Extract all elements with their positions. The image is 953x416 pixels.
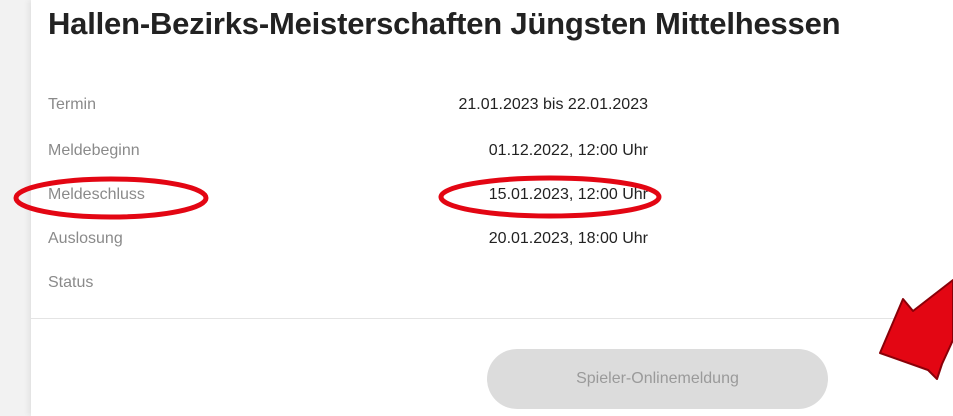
info-row-status: Status [48,274,648,298]
info-label: Auslosung [48,230,123,247]
info-label: Termin [48,96,97,113]
info-row-meldeschluss: Meldeschluss 15.01.2023, 12:00 Uhr [48,186,648,210]
info-row-termin: Termin 21.01.2023 bis 22.01.2023 [48,96,648,120]
page-title: Hallen-Bezirks-Meisterschaften Jüngsten … [48,6,841,41]
info-value: 21.01.2023 bis 22.01.2023 [458,96,649,113]
info-value: 15.01.2023, 12:00 Uhr [488,186,648,203]
info-row-meldebeginn: Meldebeginn 01.12.2022, 12:00 Uhr [48,142,648,166]
info-value: 20.01.2023, 18:00 Uhr [488,230,648,247]
info-row-auslosung: Auslosung 20.01.2023, 18:00 Uhr [48,230,648,254]
info-label: Status [48,274,94,291]
info-value: 01.12.2022, 12:00 Uhr [488,142,648,159]
section-divider [31,318,953,319]
info-label: Meldeschluss [48,186,145,203]
info-label: Meldebeginn [48,142,140,159]
online-registration-button[interactable]: Spieler-Onlinemeldung [487,349,828,409]
